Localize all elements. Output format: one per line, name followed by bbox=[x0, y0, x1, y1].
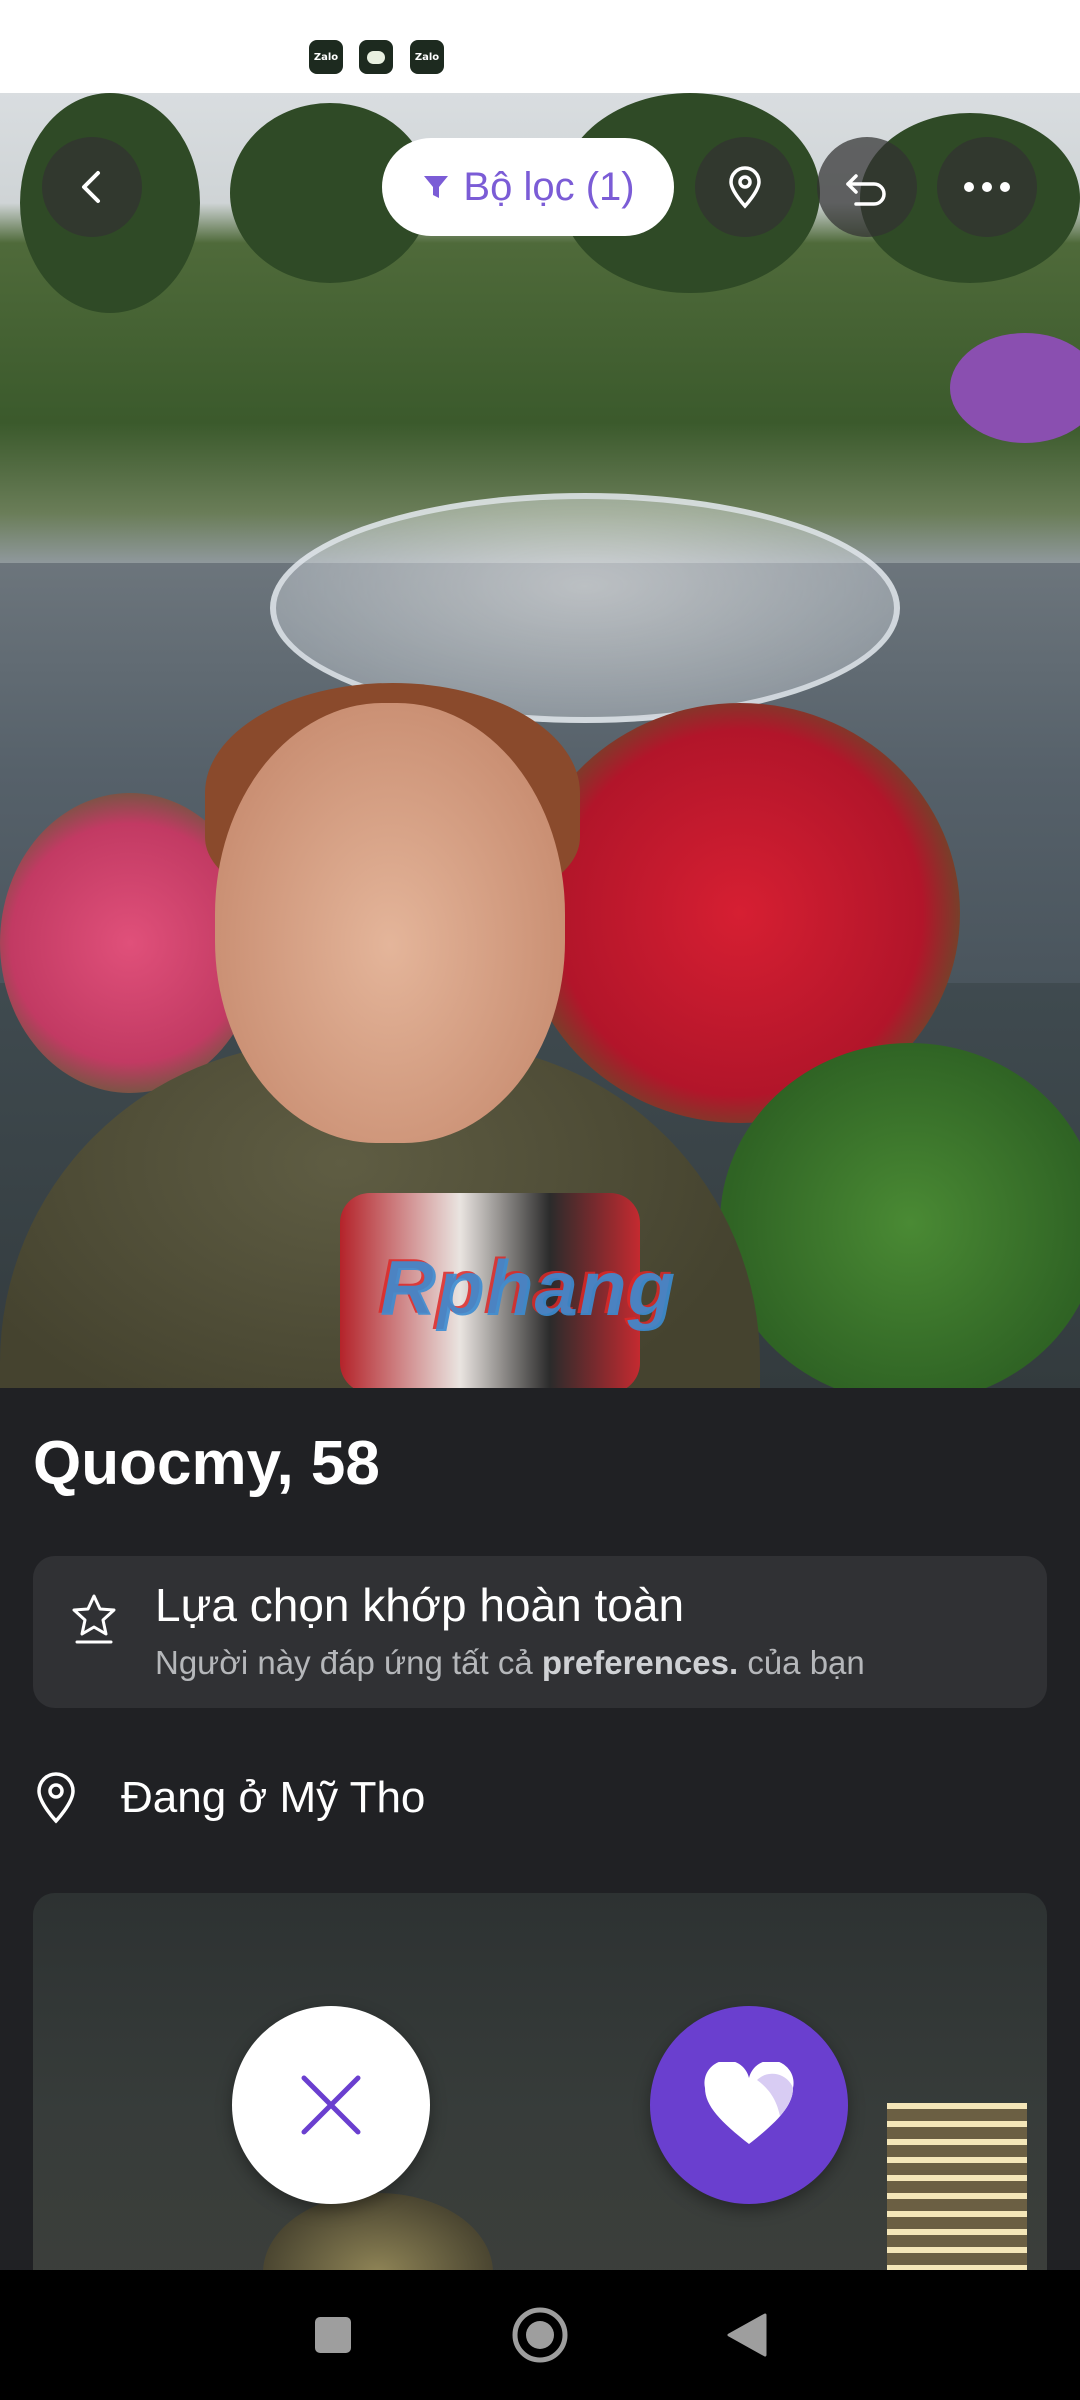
funnel-icon bbox=[424, 176, 449, 198]
status-bar: Zalo Zalo bbox=[0, 0, 1080, 93]
undo-button[interactable] bbox=[817, 137, 917, 237]
pass-button[interactable] bbox=[232, 2006, 430, 2204]
location-button[interactable] bbox=[695, 137, 795, 237]
heart-icon bbox=[704, 2062, 794, 2144]
recents-button[interactable] bbox=[293, 2295, 373, 2375]
watermark-logo: Rphang bbox=[380, 1244, 677, 1332]
back-button[interactable] bbox=[42, 137, 142, 237]
location-text: Đang ở Mỹ Tho bbox=[121, 1773, 426, 1822]
close-icon bbox=[301, 2075, 361, 2135]
like-button[interactable] bbox=[650, 2006, 848, 2204]
nav-back-button[interactable] bbox=[707, 2295, 787, 2375]
message-icon bbox=[359, 40, 393, 74]
circle-icon bbox=[512, 2307, 568, 2363]
match-title: Lựa chọn khớp hoàn toàn bbox=[155, 1579, 685, 1631]
more-horizontal-icon bbox=[964, 182, 1010, 192]
system-nav-bar bbox=[0, 2270, 1080, 2400]
match-subtitle-bold: preferences. bbox=[541, 1644, 739, 1681]
square-icon bbox=[315, 2317, 352, 2353]
filter-button[interactable]: Bộ lọc (1) bbox=[382, 138, 674, 236]
match-card: Lựa chọn khớp hoàn toàn Người này đáp ứn… bbox=[33, 1556, 1047, 1708]
zalo-icon: Zalo bbox=[410, 40, 444, 74]
profile-info: Quocmy, 58 Lựa chọn khớp hoàn toàn Người… bbox=[0, 1388, 1080, 2293]
zalo-notification-label: Zalo bbox=[313, 51, 339, 63]
match-subtitle: Người này đáp ứng tất cả preferences. củ… bbox=[155, 1644, 865, 1682]
profile-photo[interactable]: Rphang bbox=[0, 93, 1080, 1388]
zalo-icon: Zalo bbox=[309, 40, 343, 74]
photo-subject bbox=[215, 703, 565, 1143]
filter-label: Bộ lọc (1) bbox=[463, 164, 635, 209]
location-row: Đang ở Mỹ Tho bbox=[33, 1758, 425, 1838]
chevron-left-icon bbox=[82, 171, 100, 203]
triangle-back-icon bbox=[727, 2313, 767, 2357]
undo-icon bbox=[846, 174, 886, 206]
zalo-notification-label: Zalo bbox=[414, 51, 440, 63]
more-button[interactable] bbox=[937, 137, 1037, 237]
photo-scenery bbox=[887, 2103, 1027, 2293]
profile-name-age: Quocmy, 58 bbox=[33, 1429, 380, 1498]
map-pin-icon bbox=[37, 1772, 75, 1824]
match-subtitle-end: của bạn bbox=[738, 1644, 865, 1681]
second-profile-photo[interactable] bbox=[33, 1893, 1047, 2293]
map-pin-icon bbox=[729, 166, 761, 209]
match-subtitle-start: Người này đáp ứng tất cả bbox=[155, 1644, 542, 1681]
home-button[interactable] bbox=[500, 2295, 580, 2375]
star-badge-icon bbox=[72, 1594, 116, 1644]
photo-scenery bbox=[950, 333, 1080, 443]
